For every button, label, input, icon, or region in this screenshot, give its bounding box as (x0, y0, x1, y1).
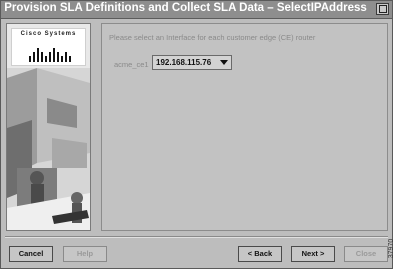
ip-address-dropdown[interactable]: 192.168.115.76 (152, 55, 232, 70)
title-bar: Provision SLA Definitions and Collect SL… (1, 1, 392, 19)
branding-panel: Cisco Systems (6, 23, 91, 231)
content-panel: Please select an Interface for each cust… (101, 23, 388, 231)
figure-number: 37970 (388, 233, 403, 267)
ip-address-value: 192.168.115.76 (156, 58, 212, 67)
ce-router-label: acme_ce1 (114, 60, 149, 69)
logo-text: Cisco Systems (20, 31, 77, 37)
cisco-logo: Cisco Systems (11, 28, 86, 66)
close-button[interactable]: Close (344, 246, 388, 262)
chevron-down-icon (220, 60, 228, 65)
cisco-bars-icon (29, 48, 71, 62)
maximize-button[interactable] (376, 3, 389, 15)
footer-divider (5, 236, 388, 238)
figure-number-text: 37970 (388, 238, 396, 259)
cancel-button[interactable]: Cancel (9, 246, 53, 262)
next-button[interactable]: Next > (291, 246, 335, 262)
instruction-text: Please select an Interface for each cust… (109, 33, 316, 42)
building-illustration (7, 68, 90, 230)
window-title: Provision SLA Definitions and Collect SL… (4, 2, 367, 14)
help-button[interactable]: Help (63, 246, 107, 262)
wizard-window: Provision SLA Definitions and Collect SL… (0, 0, 393, 269)
back-button[interactable]: < Back (238, 246, 282, 262)
